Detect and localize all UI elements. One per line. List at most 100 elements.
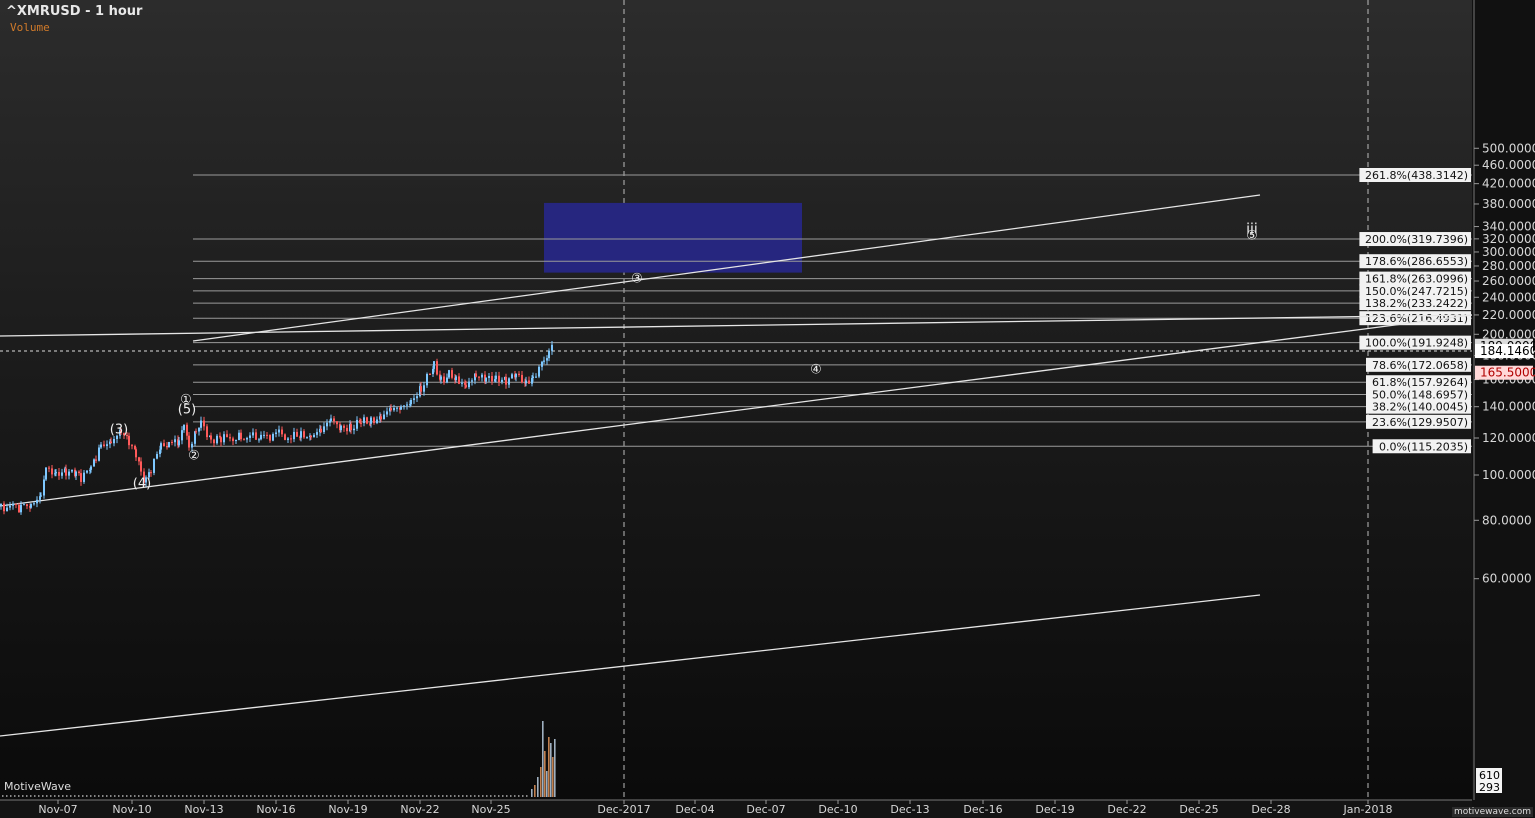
time-tick-label: Dec-28 [1251, 803, 1290, 816]
candle-body [306, 436, 308, 438]
volume-bar [502, 795, 504, 797]
fib-level-label: 178.6%(286.6553) [1365, 255, 1468, 268]
candle-body [186, 424, 188, 436]
candle-body [40, 495, 42, 497]
candle-body [532, 376, 534, 379]
candle-body [488, 376, 490, 378]
candle-body [451, 370, 453, 378]
candle-body [410, 399, 412, 405]
candle-body [426, 374, 428, 386]
fib-level-tag: 23.6%(129.9507) [1366, 414, 1471, 429]
candle-body [203, 420, 205, 427]
price-tick-label: 140.0000 [1482, 400, 1535, 414]
volume-bar [548, 737, 550, 797]
volume-bar [410, 795, 412, 797]
candle-body [511, 374, 513, 379]
candle-body [406, 404, 408, 406]
volume-bar [174, 795, 176, 797]
candle-body [290, 438, 292, 440]
volume-bar [266, 795, 268, 797]
volume-bar [522, 795, 524, 797]
volume-bar [378, 795, 380, 797]
volume-bar [458, 795, 460, 797]
time-tick-label: Dec-19 [1035, 803, 1074, 816]
candle-body [65, 468, 67, 476]
volume-tag: 293 [1479, 781, 1500, 794]
volume-bar [478, 795, 480, 797]
candle-body [168, 441, 170, 448]
volume-bar [406, 795, 408, 797]
price-chart[interactable]: 261.8%(438.3142) 200.0%(319.7396) 178.6%(2… [0, 0, 1535, 818]
fib-level-label: 138.2%(233.2422) [1365, 297, 1468, 310]
candle-body [171, 441, 173, 443]
candle-body [390, 408, 392, 411]
volume-bar [430, 795, 432, 797]
candle-body [113, 438, 115, 444]
volume-indicator-label[interactable]: Volume [10, 21, 50, 34]
candle-body [138, 457, 140, 462]
volume-bar [354, 795, 356, 797]
volume-bar [306, 795, 308, 797]
candle-body [246, 437, 248, 440]
candle-body [83, 472, 85, 482]
fib-level-tag: 123.6%(216.4931) [1359, 311, 1471, 326]
candle-body [78, 471, 80, 474]
volume-bar [242, 795, 244, 797]
wave-label: ③ [631, 272, 643, 287]
candle-body [258, 439, 260, 441]
candle-body [485, 377, 487, 382]
fib-level-label: 61.8%(157.9264) [1372, 376, 1468, 389]
candle-body [216, 435, 218, 444]
candle-body [275, 432, 277, 435]
volume-bar [534, 785, 536, 797]
volume-bar [370, 795, 372, 797]
candle-body [131, 445, 133, 447]
candle-body [140, 461, 142, 472]
candle-body [281, 429, 283, 435]
volume-bar [514, 795, 516, 797]
volume-bar [386, 795, 388, 797]
candle-body [20, 504, 22, 513]
volume-bar [374, 795, 376, 797]
time-tick-label: Dec-25 [1179, 803, 1218, 816]
volume-bar [66, 795, 68, 797]
volume-bar [202, 795, 204, 797]
candle-body [181, 430, 183, 441]
candle-body [429, 374, 431, 376]
price-tick-label: 260.0000 [1482, 274, 1535, 288]
volume-bar [254, 795, 256, 797]
volume-bar [446, 795, 448, 797]
candle-body [106, 444, 108, 446]
candle-body [303, 431, 305, 438]
time-tick-label: Nov-25 [471, 803, 510, 816]
volume-bar [290, 795, 292, 797]
candle-body [178, 440, 180, 446]
fib-level-label: 150.0%(247.7215) [1365, 285, 1468, 298]
volume-bar [134, 795, 136, 797]
volume-bar [186, 795, 188, 797]
volume-bar [126, 795, 128, 797]
volume-bar [82, 795, 84, 797]
candle-body [278, 429, 280, 433]
candle-body [198, 427, 200, 432]
volume-bar [158, 795, 160, 797]
candle-body [156, 454, 158, 459]
candle-body [501, 379, 503, 383]
volume-bar [554, 739, 556, 797]
volume-bar [146, 795, 148, 797]
candle-body [320, 428, 322, 433]
volume-bar [86, 795, 88, 797]
candle-body [440, 376, 442, 380]
volume-bar [226, 795, 228, 797]
volume-bar [462, 795, 464, 797]
candle-body [366, 417, 368, 424]
price-tick-label: 220.0000 [1482, 308, 1535, 322]
price-tick-label: 60.0000 [1482, 572, 1532, 586]
volume-bar [70, 795, 72, 797]
time-tick-label: Jan-2018 [1343, 803, 1393, 816]
candle-body [284, 434, 286, 440]
volume-bar [74, 795, 76, 797]
chart-title: ^XMRUSD - 1 hour [6, 4, 143, 19]
candle-body [495, 375, 497, 380]
fib-level-label: 200.0%(319.7396) [1365, 233, 1468, 246]
